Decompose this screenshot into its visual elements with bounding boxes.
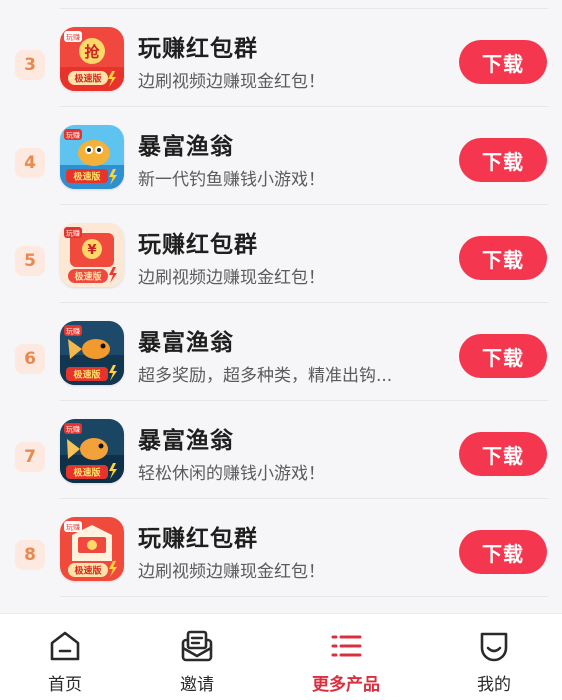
invite-envelope-icon (181, 630, 213, 662)
red-envelope-grab-icon[interactable]: 玩赚 抢 极速版 (60, 27, 124, 91)
tab-more-products[interactable]: 更多产品 (301, 614, 391, 700)
goldfish-icon[interactable]: 玩赚 极速版 (60, 419, 124, 483)
tab-label: 我的 (477, 675, 511, 695)
goldfish-icon[interactable]: 玩赚 极速版 (60, 321, 124, 385)
app-description: 新一代钓鱼赚钱小游戏！ (138, 170, 325, 190)
app-description: 轻松休闲的赚钱小游戏！ (138, 464, 325, 484)
app-list: 3 玩赚 抢 极速版 玩赚红包群 边刷视频边赚现金红包！ 下载 4 玩赚 极速版… (0, 0, 562, 613)
icon-badge-text: 玩赚 (66, 229, 80, 238)
app-name: 玩赚红包群 (138, 232, 258, 258)
list-item[interactable]: 8 玩赚 极速版 玩赚红包群 边刷视频边赚现金红包！ 下载 (0, 499, 562, 597)
list-item[interactable]: 4 玩赚 极速版 暴富渔翁 新一代钓鱼赚钱小游戏！ 下载 (0, 107, 562, 205)
rank-badge: 7 (15, 442, 45, 472)
list-item[interactable]: 7 玩赚 极速版 暴富渔翁 轻松休闲的赚钱小游戏！ 下载 (0, 401, 562, 499)
list-item[interactable]: 6 玩赚 极速版 暴富渔翁 超多奖励，超多种类，精准出钩... 下载 (0, 303, 562, 401)
rank-badge: 4 (15, 148, 45, 178)
icon-tag-text: 极速版 (74, 73, 101, 85)
app-name: 玩赚红包群 (138, 526, 258, 552)
icon-badge-text: 玩赚 (66, 523, 80, 532)
download-button[interactable]: 下载 (459, 432, 547, 476)
app-name: 暴富渔翁 (138, 428, 234, 454)
icon-badge-text: 玩赚 (66, 327, 80, 336)
app-description: 边刷视频边赚现金红包！ (138, 268, 325, 288)
icon-tag-text: 极速版 (74, 271, 101, 283)
bottom-tab-bar: 首页 邀请 更多产品 我的 (0, 613, 562, 700)
app-description: 超多奖励，超多种类，精准出钩... (138, 366, 393, 386)
icon-badge-text: 玩赚 (66, 33, 80, 42)
tab-label: 邀请 (180, 675, 214, 695)
icon-tag-text: 极速版 (73, 171, 100, 183)
app-description: 边刷视频边赚现金红包！ (138, 562, 325, 582)
download-button[interactable]: 下载 (459, 138, 547, 182)
tab-invite[interactable]: 邀请 (152, 614, 242, 700)
icon-text: 抢 (84, 43, 100, 61)
icon-tag-text: 极速版 (74, 565, 101, 577)
rank-badge: 8 (15, 540, 45, 570)
download-button[interactable]: 下载 (459, 40, 547, 84)
app-name: 暴富渔翁 (138, 330, 234, 356)
download-button[interactable]: 下载 (459, 530, 547, 574)
app-name: 玩赚红包群 (138, 36, 258, 62)
home-icon (50, 631, 80, 661)
tab-label: 更多产品 (312, 675, 380, 695)
list-menu-icon (331, 635, 362, 657)
list-item[interactable]: 3 玩赚 抢 极速版 玩赚红包群 边刷视频边赚现金红包！ 下载 (0, 9, 562, 107)
rank-badge: 3 (15, 50, 45, 80)
tab-home[interactable]: 首页 (20, 614, 110, 700)
tab-mine[interactable]: 我的 (449, 614, 539, 700)
app-description: 边刷视频边赚现金红包！ (138, 72, 325, 92)
red-envelope-yuan-icon[interactable]: ¥ 玩赚 极速版 (60, 223, 124, 287)
icon-badge-text: 玩赚 (66, 131, 80, 140)
fish-cartoon-icon[interactable]: 玩赚 极速版 (60, 125, 124, 189)
smile-face-icon (480, 632, 508, 662)
rank-badge: 6 (15, 344, 45, 374)
rank-badge: 5 (15, 246, 45, 276)
app-name: 暴富渔翁 (138, 134, 234, 160)
tab-label: 首页 (48, 675, 82, 695)
red-envelope-open-icon[interactable]: 玩赚 极速版 (60, 517, 124, 581)
icon-badge-text: 玩赚 (66, 425, 80, 434)
icon-tag-text: 极速版 (73, 369, 100, 381)
icon-tag-text: 极速版 (73, 467, 100, 479)
list-item[interactable]: 5 ¥ 玩赚 极速版 玩赚红包群 边刷视频边赚现金红包！ 下载 (0, 205, 562, 303)
download-button[interactable]: 下载 (459, 334, 547, 378)
divider (60, 596, 548, 597)
download-button[interactable]: 下载 (459, 236, 547, 280)
icon-text: ¥ (87, 243, 96, 258)
